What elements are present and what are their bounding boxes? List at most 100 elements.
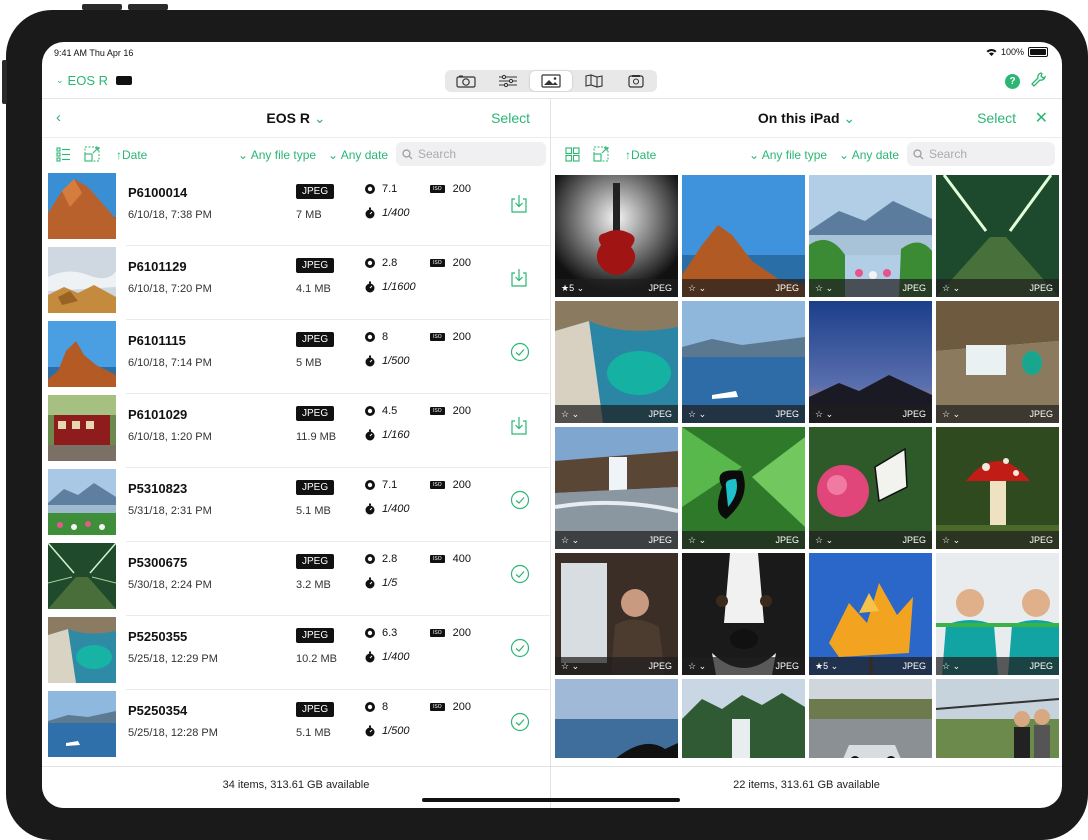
photo-tile[interactable]: ☆ ⌄ JPEG xyxy=(809,175,932,297)
rating-value: 5 xyxy=(569,283,575,293)
tab-library[interactable] xyxy=(615,70,657,92)
sort-date[interactable]: ↑Date xyxy=(116,148,147,162)
help-icon[interactable]: ? xyxy=(1005,74,1020,89)
select-button[interactable]: Select xyxy=(977,110,1016,126)
photo-tile[interactable]: ☆ ⌄ JPEG xyxy=(936,301,1059,423)
table-row[interactable]: P5250355 5/25/18, 12:29 PM JPEG 10.2 MB … xyxy=(42,616,550,690)
star-rating[interactable]: ☆ ⌄ xyxy=(561,661,579,672)
photo-tile[interactable]: ☆ ⌄ JPEG xyxy=(682,175,805,297)
table-row[interactable]: P6101115 6/10/18, 7:14 PM JPEG 5 MB 8 1/… xyxy=(42,320,550,394)
resize-icon[interactable] xyxy=(593,146,609,162)
photo-tile[interactable] xyxy=(682,679,805,758)
tab-map[interactable] xyxy=(573,70,615,92)
status-right: 100% xyxy=(986,47,1048,57)
format-label: JPEG xyxy=(902,283,926,293)
date-filter[interactable]: ⌄ Any date xyxy=(328,148,388,162)
download-icon[interactable] xyxy=(510,268,528,288)
download-icon[interactable] xyxy=(510,416,528,436)
photo-tile[interactable] xyxy=(936,679,1059,758)
star-rating[interactable]: ☆ ⌄ xyxy=(942,661,960,672)
photo-thumbnail xyxy=(48,247,116,313)
star-rating[interactable]: ☆ ⌄ xyxy=(942,409,960,420)
photo-tile[interactable]: ☆ ⌄ JPEG xyxy=(682,553,805,675)
format-label: JPEG xyxy=(1029,661,1053,671)
file-size: 11.9 MB xyxy=(296,431,337,443)
sort-date[interactable]: ↑Date xyxy=(625,148,656,162)
tab-camera[interactable] xyxy=(445,70,487,92)
list-view-icon[interactable] xyxy=(56,147,71,162)
download-icon[interactable] xyxy=(510,194,528,214)
star-rating[interactable]: ☆ ⌄ xyxy=(561,535,579,546)
chevron-down-icon: ⌄ xyxy=(313,110,326,126)
star-rating[interactable]: ☆ ⌄ xyxy=(942,535,960,546)
stopwatch-icon xyxy=(365,503,375,515)
grid-view-icon[interactable] xyxy=(565,147,580,162)
photo-tile[interactable]: ☆ ⌄ JPEG xyxy=(809,301,932,423)
photo-tile[interactable]: ☆ ⌄ JPEG xyxy=(936,553,1059,675)
table-row[interactable]: P5310823 5/31/18, 2:31 PM JPEG 5.1 MB 7.… xyxy=(42,468,550,542)
star-rating[interactable]: ☆ ⌄ xyxy=(815,409,833,420)
close-icon[interactable]: ✕ xyxy=(1035,108,1048,128)
search-input[interactable]: Search xyxy=(907,142,1055,166)
aperture-value: 7.1 xyxy=(364,479,397,491)
camera-selector[interactable]: ⌄ EOS R xyxy=(56,73,133,88)
table-row[interactable]: P5300675 5/30/18, 2:24 PM JPEG 3.2 MB 2.… xyxy=(42,542,550,616)
photo-thumbnail xyxy=(555,679,678,758)
photo-tile[interactable] xyxy=(555,679,678,758)
gallery-icon xyxy=(541,74,561,88)
search-input[interactable]: Search xyxy=(396,142,546,166)
home-indicator[interactable] xyxy=(422,798,680,802)
photo-tile[interactable]: ☆ ⌄ JPEG xyxy=(936,175,1059,297)
star-rating[interactable]: ★5 ⌄ xyxy=(561,283,584,294)
tile-info-bar: ☆ ⌄ JPEG xyxy=(682,531,805,549)
file-type-filter[interactable]: ⌄ Any file type xyxy=(749,148,827,162)
iso-value: ISO 200 xyxy=(430,405,471,417)
photo-tile[interactable] xyxy=(809,679,932,758)
star-rating[interactable]: ☆ ⌄ xyxy=(688,283,706,294)
star-rating[interactable]: ☆ ⌄ xyxy=(942,283,960,294)
photo-tile[interactable]: ☆ ⌄ JPEG xyxy=(555,301,678,423)
camera-pane-title[interactable]: EOS R ⌄ xyxy=(42,110,550,127)
photo-tile[interactable]: ☆ ⌄ JPEG xyxy=(682,301,805,423)
star-rating[interactable]: ☆ ⌄ xyxy=(561,409,579,420)
iso-icon: ISO xyxy=(430,629,445,637)
shutter-value: 1/500 xyxy=(364,725,410,737)
aperture-icon xyxy=(365,702,375,712)
table-row[interactable]: P6101129 6/10/18, 7:20 PM JPEG 4.1 MB 2.… xyxy=(42,246,550,320)
file-type-filter[interactable]: ⌄ Any file type xyxy=(238,148,316,162)
star-rating[interactable]: ☆ ⌄ xyxy=(688,535,706,546)
star-rating[interactable]: ☆ ⌄ xyxy=(688,661,706,672)
photo-thumbnail xyxy=(48,173,116,239)
format-badge: JPEG xyxy=(296,554,335,569)
table-row[interactable]: P6100014 6/10/18, 7:38 PM JPEG 7 MB 7.1 … xyxy=(42,172,550,246)
photo-tile[interactable]: ☆ ⌄ JPEG xyxy=(682,427,805,549)
date-filter-label: Any date xyxy=(340,148,389,162)
select-button[interactable]: Select xyxy=(491,110,530,126)
tab-gallery[interactable] xyxy=(530,71,572,91)
resize-icon[interactable] xyxy=(84,146,100,162)
aperture-icon xyxy=(365,554,375,564)
ipad-pane: On this iPad ⌄ Select ✕ ↑Date ⌄ Any file… xyxy=(551,99,1062,808)
photo-tile[interactable]: ☆ ⌄ JPEG xyxy=(936,427,1059,549)
rating-value: 5 xyxy=(823,661,829,671)
tile-info-bar: ☆ ⌄ JPEG xyxy=(936,531,1059,549)
tab-adjust[interactable] xyxy=(487,70,529,92)
file-date: 5/25/18, 12:29 PM xyxy=(128,653,218,665)
photo-tile[interactable]: ★5 ⌄ JPEG xyxy=(555,175,678,297)
star-rating[interactable]: ☆ ⌄ xyxy=(688,409,706,420)
format-label: JPEG xyxy=(648,535,672,545)
star-rating[interactable]: ☆ ⌄ xyxy=(815,283,833,294)
photo-tile[interactable]: ☆ ⌄ JPEG xyxy=(809,427,932,549)
wrench-icon[interactable] xyxy=(1030,71,1048,89)
table-row[interactable]: P5250354 5/25/18, 12:28 PM JPEG 5.1 MB 8… xyxy=(42,690,550,758)
date-filter[interactable]: ⌄ Any date xyxy=(839,148,899,162)
aperture-text: 8 xyxy=(382,331,389,343)
photo-tile[interactable]: ☆ ⌄ JPEG xyxy=(555,553,678,675)
iso-value: ISO 200 xyxy=(430,627,471,639)
star-rating[interactable]: ☆ ⌄ xyxy=(815,535,833,546)
photo-tile[interactable]: ☆ ⌄ JPEG xyxy=(555,427,678,549)
photo-tile[interactable]: ★5 ⌄ JPEG xyxy=(809,553,932,675)
table-row[interactable]: P6101029 6/10/18, 1:20 PM JPEG 11.9 MB 4… xyxy=(42,394,550,468)
format-label: JPEG xyxy=(1029,535,1053,545)
star-rating[interactable]: ★5 ⌄ xyxy=(815,661,838,672)
